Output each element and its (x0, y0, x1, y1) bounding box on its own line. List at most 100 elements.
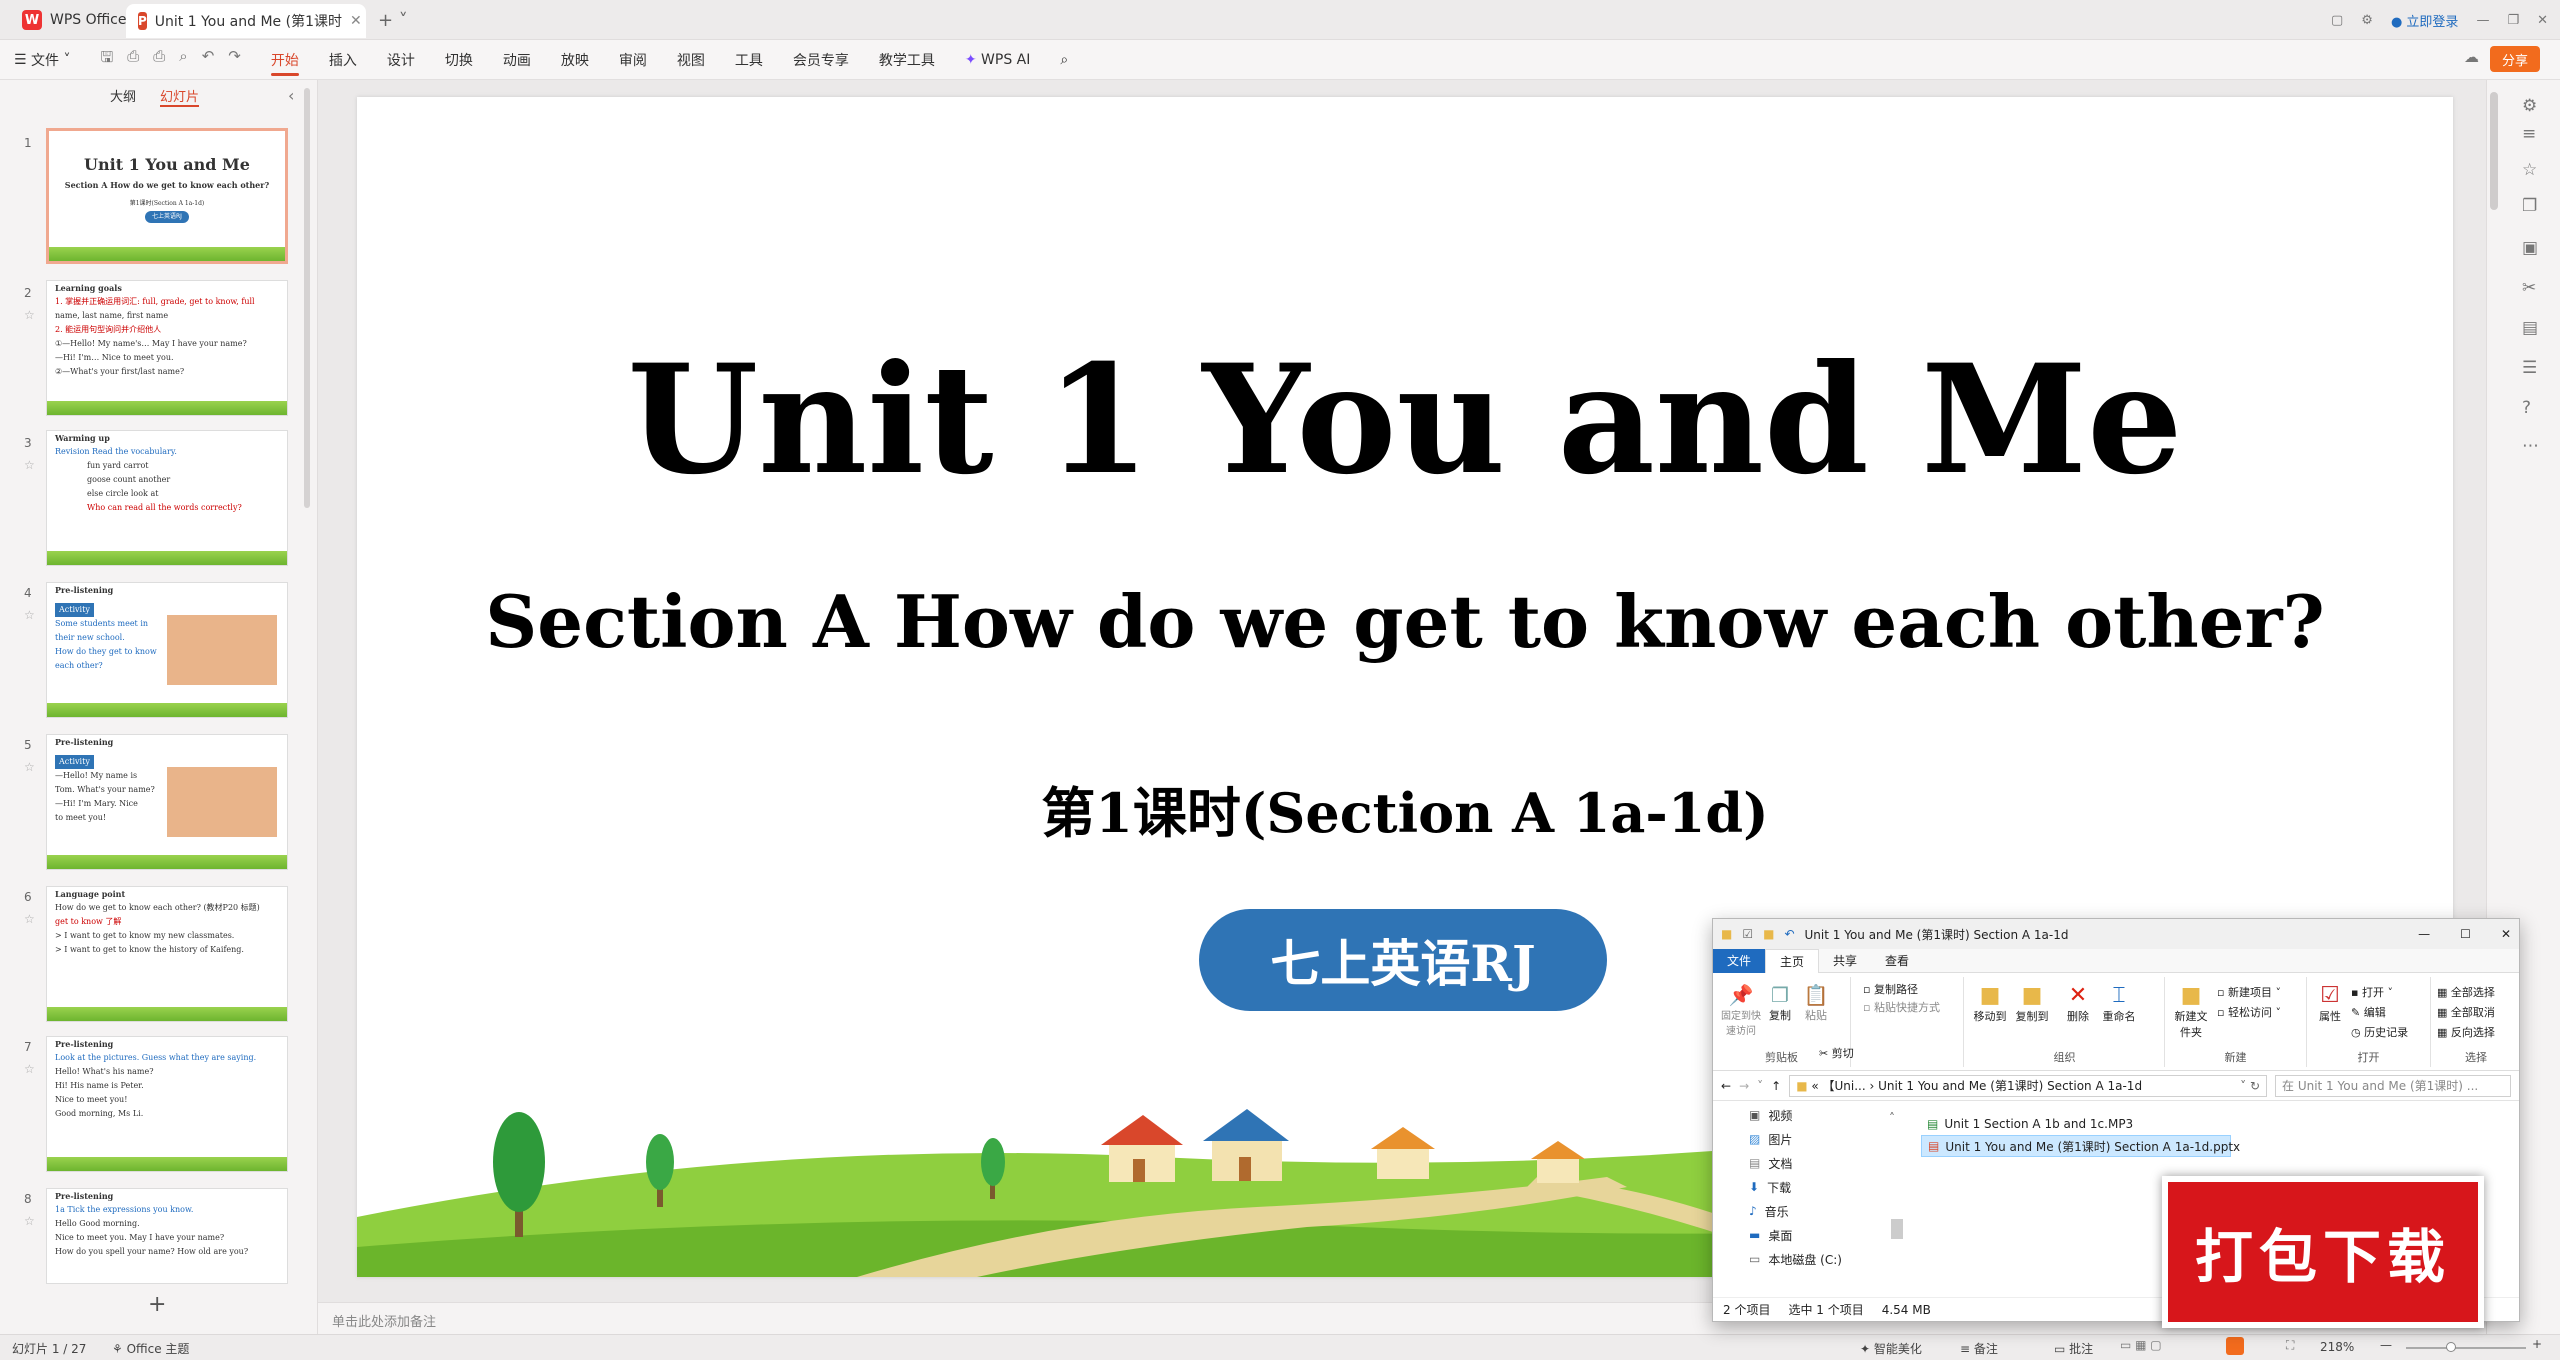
invert-select-button[interactable]: ▦ 反向选择 (2437, 1023, 2495, 1043)
star-icon[interactable]: ☆ (24, 760, 35, 774)
menu-teaching-tools[interactable]: 教学工具 (879, 40, 935, 80)
wps-home-tab[interactable]: W WPS Office (8, 4, 141, 36)
settings-icon[interactable]: ⚙ (2361, 13, 2373, 28)
minimize-icon[interactable]: — (2476, 13, 2489, 28)
new-tab-button[interactable]: + ˅ (378, 10, 408, 31)
slide-thumbnail-6[interactable]: Language point How do we get to know eac… (46, 886, 288, 1022)
star-icon[interactable]: ☆ (24, 458, 35, 472)
nav-item-documents[interactable]: ▤ 文档 (1713, 1151, 1911, 1175)
tools-icon[interactable]: ✂ (2522, 278, 2536, 298)
menu-member[interactable]: 会员专享 (793, 40, 849, 80)
star-icon[interactable]: ☆ (24, 1062, 35, 1076)
check-icon[interactable]: ☑ (1742, 927, 1753, 941)
nav-item-music[interactable]: ♪ 音乐 (1713, 1199, 1911, 1223)
copy-icon[interactable]: ❐ (2522, 196, 2537, 216)
menu-home[interactable]: 开始 (270, 40, 299, 80)
delete-button[interactable]: ✕ 删除 (2063, 983, 2093, 1024)
add-slide-button[interactable]: + (148, 1292, 166, 1317)
copy-path-button[interactable]: ▫ 复制路径 (1863, 981, 1940, 999)
menu-transition[interactable]: 切换 (445, 40, 473, 80)
outline-tab[interactable]: 大纲 (110, 86, 136, 107)
nav-scrollbar[interactable] (1891, 1219, 1903, 1239)
window-icon[interactable]: ▢ (2331, 13, 2343, 28)
file-item-mp3[interactable]: ▤ Unit 1 Section A 1b and 1c.MP3 (1921, 1113, 2519, 1135)
star-icon[interactable]: ☆ (24, 308, 35, 322)
print-icon[interactable]: ⎙ (153, 47, 165, 72)
star-icon[interactable]: ☆ (2522, 160, 2537, 180)
zoom-in-icon[interactable]: + (2532, 1337, 2542, 1351)
file-item-pptx[interactable]: ▤ Unit 1 You and Me (第1课时) Section A 1a-1… (1921, 1135, 2240, 1157)
save-icon[interactable]: 🖫 (100, 47, 113, 72)
play-icon[interactable] (2226, 1337, 2244, 1355)
copy-button[interactable]: ❐ 复制 (1763, 983, 1797, 1023)
history-button[interactable]: ◷ 历史记录 (2351, 1023, 2408, 1043)
cut-button[interactable]: ✂ 剪切 (1819, 1045, 1854, 1061)
menu-view[interactable]: 视图 (677, 40, 705, 80)
search-box[interactable]: 在 Unit 1 You and Me (第1课时) ... (2275, 1074, 2511, 1097)
menu-tools[interactable]: 工具 (735, 40, 763, 80)
zoom-level[interactable]: 218% (2320, 1340, 2354, 1354)
slide-thumbnail-2[interactable]: Learning goals 1. 掌握并正确运用词汇: full, grade… (46, 280, 288, 416)
maximize-icon[interactable]: ❐ (2507, 13, 2519, 28)
panel-scrollbar[interactable] (304, 88, 310, 508)
explorer-tab-home[interactable]: 主页 (1765, 948, 1820, 973)
share-button[interactable]: 分享 (2489, 46, 2540, 72)
explorer-tab-view[interactable]: 查看 (1871, 949, 1923, 973)
menu-review[interactable]: 审阅 (619, 40, 647, 80)
copy-to-button[interactable]: ■ 复制到 (2013, 983, 2051, 1024)
close-window-icon[interactable]: ✕ (2537, 13, 2548, 28)
zoom-out-icon[interactable]: — (2380, 1338, 2392, 1352)
fit-icon[interactable]: ⛶ (2286, 1338, 2294, 1353)
book-icon[interactable]: ▤ (2522, 318, 2538, 338)
rename-button[interactable]: ⌶ 重命名 (2099, 983, 2139, 1024)
paste-shortcut-button[interactable]: ▫ 粘贴快捷方式 (1863, 999, 1940, 1017)
slide-thumbnail-4[interactable]: Pre-listening Activity Some students mee… (46, 582, 288, 718)
slide-thumbnail-3[interactable]: Warming up Revision Read the vocabulary.… (46, 430, 288, 566)
pin-button[interactable]: 📌 固定到快速访问 (1719, 983, 1763, 1037)
recent-icon[interactable]: ˅ (1757, 1079, 1763, 1093)
forward-icon[interactable]: → (1739, 1079, 1749, 1093)
close-icon[interactable]: ✕ (2501, 927, 2511, 941)
settings-icon[interactable]: ⚙ (2522, 96, 2537, 116)
folder-icon[interactable]: ■ (1763, 927, 1774, 941)
slide-thumbnail-5[interactable]: Pre-listening Activity —Hello! My name i… (46, 734, 288, 870)
new-item-button[interactable]: ▫ 新建项目 ˅ (2217, 983, 2281, 1003)
select-all-button[interactable]: ▦ 全部选择 (2437, 983, 2495, 1003)
search-icon[interactable]: ⌕ (1060, 40, 1068, 80)
move-to-button[interactable]: ■ 移动到 (1971, 983, 2009, 1024)
help-icon[interactable]: ? (2522, 398, 2531, 418)
slides-tab[interactable]: 幻灯片 (160, 86, 200, 107)
up-icon[interactable]: ↑ (1771, 1079, 1781, 1093)
nav-item-local-disk[interactable]: ▭ 本地磁盘 (C:) (1713, 1247, 1911, 1271)
new-folder-button[interactable]: ■ 新建文件夹 (2171, 983, 2211, 1040)
nav-item-videos[interactable]: ▣ 视频 (1713, 1103, 1911, 1127)
preview-icon[interactable]: ⌕ (179, 47, 187, 72)
redo-icon[interactable]: ↷ (228, 47, 241, 72)
star-icon[interactable]: ☆ (24, 912, 35, 926)
canvas-scrollbar[interactable] (2490, 92, 2498, 210)
nav-scroll-up-icon[interactable]: ˄ (1889, 1111, 1895, 1125)
menu-slideshow[interactable]: 放映 (561, 40, 589, 80)
menu-design[interactable]: 设计 (387, 40, 415, 80)
cloud-icon[interactable]: ☁ (2464, 48, 2479, 66)
more-icon[interactable]: ⋯ (2522, 436, 2539, 456)
view-icons[interactable]: ▭ ▦ ▢ (2120, 1338, 2162, 1352)
minimize-icon[interactable]: — (2418, 927, 2430, 941)
refresh-icon[interactable]: ˅ ↻ (2240, 1079, 2260, 1093)
document-tab[interactable]: P Unit 1 You and Me (第1课时 ✕ (126, 4, 366, 38)
nav-item-pictures[interactable]: ▨ 图片 (1713, 1127, 1911, 1151)
undo-icon[interactable]: ↶ (202, 47, 215, 72)
star-icon[interactable]: ☆ (24, 608, 35, 622)
close-tab-icon[interactable]: ✕ (350, 13, 362, 29)
beautify-button[interactable]: ✦ 智能美化 (1860, 1340, 1922, 1357)
theme-button[interactable]: ⚘ Office 主题 (112, 1340, 189, 1357)
explorer-tab-file[interactable]: 文件 (1713, 948, 1766, 973)
slide-thumbnail-8[interactable]: Pre-listening 1a Tick the expressions yo… (46, 1188, 288, 1284)
adjust-icon[interactable]: ≡ (2522, 124, 2536, 144)
slide-thumbnail-1[interactable]: Unit 1 You and Me Section A How do we ge… (46, 128, 288, 264)
properties-button[interactable]: ☑ 属性 (2313, 983, 2347, 1024)
select-none-button[interactable]: ▦ 全部取消 (2437, 1003, 2495, 1023)
notes-button[interactable]: ≡ 备注 (1960, 1340, 1998, 1357)
download-package-banner[interactable]: 打包下载 (2162, 1176, 2484, 1328)
back-icon[interactable]: ← (1721, 1079, 1731, 1093)
